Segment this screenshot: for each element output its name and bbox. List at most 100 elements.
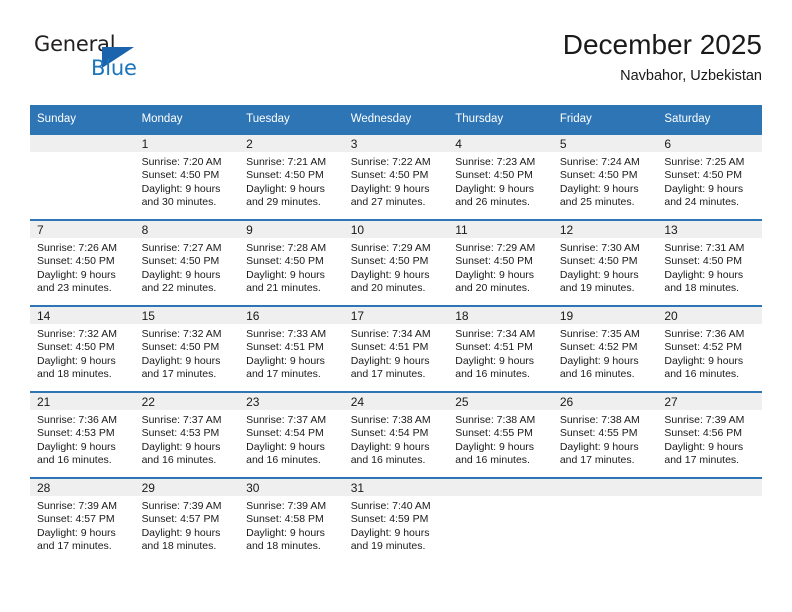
day-number: 29 <box>134 479 240 496</box>
sunrise-time: Sunrise: 7:39 AM <box>246 500 327 512</box>
calendar-day-cell[interactable]: 6 Sunrise: 7:25 AM Sunset: 4:50 PM Daylight… <box>657 133 762 220</box>
daylight-duration-line2: and 17 minutes. <box>664 454 740 467</box>
day-details: Sunrise: 7:38 AM Sunset: 4:54 PM Daylight:… <box>344 410 449 468</box>
daylight-duration-line2: and 27 minutes. <box>350 196 426 209</box>
daylight-duration-line1: Daylight: 9 hours <box>37 268 116 281</box>
calendar-day-cell[interactable]: 19 Sunrise: 7:35 AM Sunset: 4:52 PM Dayligh… <box>552 305 658 392</box>
day-details: Sunrise: 7:36 AM Sunset: 4:53 PM Daylight:… <box>30 410 135 468</box>
calendar-day-cell[interactable]: 30 Sunrise: 7:39 AM Sunset: 4:58 PM Dayligh… <box>239 477 344 563</box>
day-number: 13 <box>657 221 762 238</box>
sunrise-time: Sunrise: 7:38 AM <box>455 414 536 426</box>
day-details: Sunrise: 7:29 AM Sunset: 4:50 PM Daylight:… <box>344 238 449 296</box>
calendar-day-cell[interactable]: 10 Sunrise: 7:29 AM Sunset: 4:50 PM Dayligh… <box>343 219 449 306</box>
calendar-day-cell[interactable]: 4 Sunrise: 7:23 AM Sunset: 4:50 PM Daylight… <box>448 133 553 220</box>
day-number: 16 <box>239 307 344 324</box>
daylight-duration-line1: Daylight: 9 hours <box>246 526 325 539</box>
calendar-day-cell[interactable]: 2 Sunrise: 7:21 AM Sunset: 4:50 PM Daylight… <box>239 133 344 220</box>
calendar-day-cell[interactable]: 31 Sunrise: 7:40 AM Sunset: 4:59 PM Dayligh… <box>343 477 449 563</box>
day-details <box>30 152 135 156</box>
calendar-day-cell[interactable]: 28 Sunrise: 7:39 AM Sunset: 4:57 PM Dayligh… <box>30 477 135 563</box>
sunrise-time: Sunrise: 7:29 AM <box>350 242 431 254</box>
calendar-day-cell[interactable]: 22 Sunrise: 7:37 AM Sunset: 4:53 PM Dayligh… <box>134 391 240 478</box>
weekday-header-wednesday: Wednesday <box>343 105 449 134</box>
calendar-grid: Sunday Monday Tuesday Wednesday Thursday… <box>30 105 762 563</box>
calendar-day-cell[interactable]: 14 Sunrise: 7:32 AM Sunset: 4:50 PM Dayligh… <box>30 305 135 392</box>
calendar-day-cell[interactable]: 1 Sunrise: 7:20 AM Sunset: 4:50 PM Daylight… <box>134 133 240 220</box>
calendar-day-cell[interactable]: 21 Sunrise: 7:36 AM Sunset: 4:53 PM Dayligh… <box>30 391 135 478</box>
day-number: 25 <box>448 393 553 410</box>
general-blue-logo[interactable]: General Blue <box>34 32 234 92</box>
sunrise-time: Sunrise: 7:21 AM <box>246 156 327 168</box>
daylight-duration-line1: Daylight: 9 hours <box>350 182 430 195</box>
calendar-day-cell[interactable]: 18 Sunrise: 7:34 AM Sunset: 4:51 PM Dayligh… <box>448 305 553 392</box>
calendar-day-cell[interactable]: 15 Sunrise: 7:32 AM Sunset: 4:50 PM Dayligh… <box>134 305 240 392</box>
sunset-time: Sunset: 4:52 PM <box>559 341 638 354</box>
sunset-time: Sunset: 4:50 PM <box>141 341 220 354</box>
daylight-duration-line2: and 16 minutes. <box>350 454 426 467</box>
calendar-day-cell[interactable]: 8 Sunrise: 7:27 AM Sunset: 4:50 PM Daylight… <box>134 219 240 306</box>
daylight-duration-line2: and 16 minutes. <box>246 454 321 467</box>
calendar-body: 1 Sunrise: 7:20 AM Sunset: 4:50 PM Daylight… <box>30 133 762 563</box>
day-number: 10 <box>343 221 449 238</box>
sunset-time: Sunset: 4:54 PM <box>350 427 429 440</box>
daylight-duration-line1: Daylight: 9 hours <box>350 354 430 367</box>
calendar-day-cell[interactable]: 12 Sunrise: 7:30 AM Sunset: 4:50 PM Dayligh… <box>552 219 658 306</box>
daylight-duration-line2: and 18 minutes. <box>141 540 217 553</box>
calendar-day-cell[interactable]: 7 Sunrise: 7:26 AM Sunset: 4:50 PM Daylight… <box>30 219 135 306</box>
calendar-day-cell[interactable]: 20 Sunrise: 7:36 AM Sunset: 4:52 PM Dayligh… <box>657 305 762 392</box>
daylight-duration-line2: and 23 minutes. <box>37 282 112 295</box>
day-number: 20 <box>657 307 762 324</box>
day-details <box>657 496 762 500</box>
calendar-day-cell[interactable]: 24 Sunrise: 7:38 AM Sunset: 4:54 PM Dayligh… <box>343 391 449 478</box>
sunset-time: Sunset: 4:54 PM <box>246 427 324 440</box>
day-details: Sunrise: 7:30 AM Sunset: 4:50 PM Daylight:… <box>553 238 658 296</box>
day-details: Sunrise: 7:36 AM Sunset: 4:52 PM Daylight:… <box>657 324 762 382</box>
calendar-day-cell[interactable]: 17 Sunrise: 7:34 AM Sunset: 4:51 PM Dayligh… <box>343 305 449 392</box>
calendar-day-cell[interactable]: 16 Sunrise: 7:33 AM Sunset: 4:51 PM Dayligh… <box>239 305 344 392</box>
sunrise-time: Sunrise: 7:26 AM <box>37 242 117 254</box>
calendar-day-cell[interactable]: 5 Sunrise: 7:24 AM Sunset: 4:50 PM Daylight… <box>552 133 658 220</box>
daylight-duration-line1: Daylight: 9 hours <box>141 526 221 539</box>
day-details: Sunrise: 7:39 AM Sunset: 4:57 PM Daylight:… <box>30 496 135 554</box>
weekday-header-tuesday: Tuesday <box>239 105 344 134</box>
calendar-day-cell[interactable]: 13 Sunrise: 7:31 AM Sunset: 4:50 PM Dayligh… <box>657 219 762 306</box>
calendar-day-cell[interactable]: 25 Sunrise: 7:38 AM Sunset: 4:55 PM Dayligh… <box>448 391 553 478</box>
sunset-time: Sunset: 4:56 PM <box>664 427 743 440</box>
daylight-duration-line1: Daylight: 9 hours <box>141 182 221 195</box>
sunrise-time: Sunrise: 7:22 AM <box>350 156 431 168</box>
day-number: 26 <box>552 393 658 410</box>
calendar-day-cell[interactable]: 27 Sunrise: 7:39 AM Sunset: 4:56 PM Dayligh… <box>657 391 762 478</box>
calendar-day-cell[interactable]: 23 Sunrise: 7:37 AM Sunset: 4:54 PM Dayligh… <box>239 391 344 478</box>
day-details: Sunrise: 7:32 AM Sunset: 4:50 PM Daylight:… <box>30 324 135 382</box>
day-details: Sunrise: 7:25 AM Sunset: 4:50 PM Daylight:… <box>657 152 762 210</box>
day-details: Sunrise: 7:40 AM Sunset: 4:59 PM Daylight:… <box>344 496 449 554</box>
calendar-header-row: Sunday Monday Tuesday Wednesday Thursday… <box>30 105 762 134</box>
day-number <box>448 479 553 496</box>
daylight-duration-line2: and 20 minutes. <box>455 282 530 295</box>
daylight-duration-line2: and 22 minutes. <box>141 282 217 295</box>
daylight-duration-line2: and 18 minutes. <box>37 368 112 381</box>
day-details: Sunrise: 7:29 AM Sunset: 4:50 PM Daylight:… <box>448 238 553 296</box>
sunrise-time: Sunrise: 7:32 AM <box>141 328 222 340</box>
day-number: 22 <box>134 393 240 410</box>
sunrise-time: Sunrise: 7:37 AM <box>141 414 222 426</box>
calendar-day-cell[interactable]: 3 Sunrise: 7:22 AM Sunset: 4:50 PM Daylight… <box>343 133 449 220</box>
calendar-day-cell[interactable]: 29 Sunrise: 7:39 AM Sunset: 4:57 PM Dayligh… <box>134 477 240 563</box>
sunset-time: Sunset: 4:50 PM <box>141 255 220 268</box>
daylight-duration-line2: and 18 minutes. <box>664 282 740 295</box>
day-number: 2 <box>239 135 344 152</box>
calendar-cell-empty <box>30 133 135 220</box>
sunrise-time: Sunrise: 7:24 AM <box>559 156 640 168</box>
daylight-duration-line1: Daylight: 9 hours <box>246 354 325 367</box>
calendar-day-cell[interactable]: 26 Sunrise: 7:38 AM Sunset: 4:55 PM Dayligh… <box>552 391 658 478</box>
sunrise-time: Sunrise: 7:31 AM <box>664 242 745 254</box>
day-details: Sunrise: 7:22 AM Sunset: 4:50 PM Daylight:… <box>344 152 449 210</box>
page-subtitle: Navbahor, Uzbekistan <box>620 68 762 84</box>
calendar-day-cell[interactable]: 11 Sunrise: 7:29 AM Sunset: 4:50 PM Dayligh… <box>448 219 553 306</box>
day-details: Sunrise: 7:21 AM Sunset: 4:50 PM Daylight:… <box>239 152 344 210</box>
weekday-header-thursday: Thursday <box>448 105 553 134</box>
calendar-day-cell[interactable]: 9 Sunrise: 7:28 AM Sunset: 4:50 PM Daylight… <box>239 219 344 306</box>
daylight-duration-line2: and 16 minutes. <box>455 454 530 467</box>
day-details: Sunrise: 7:34 AM Sunset: 4:51 PM Daylight:… <box>448 324 553 382</box>
page-header: General Blue December 2025 Navbahor, Uzb… <box>30 28 762 98</box>
